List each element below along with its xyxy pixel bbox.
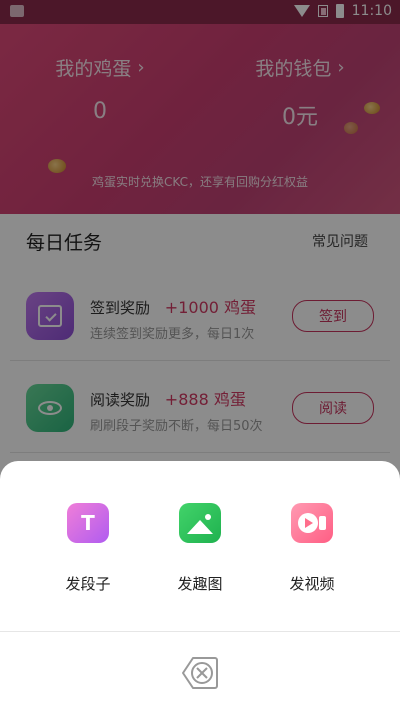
video-post-icon: [291, 503, 333, 543]
post-bottom-sheet: T 发段子 发趣图 发视频: [0, 461, 400, 711]
close-icon: [182, 657, 218, 689]
divider: [0, 631, 400, 632]
action-label: 发趣图: [177, 575, 223, 593]
action-label: 发视频: [289, 575, 335, 593]
post-joke-action[interactable]: T 发段子: [38, 503, 138, 594]
text-post-icon: T: [67, 503, 109, 543]
image-post-icon: [179, 503, 221, 543]
post-image-action[interactable]: 发趣图: [150, 503, 250, 594]
close-button[interactable]: [181, 656, 219, 690]
post-video-action[interactable]: 发视频: [262, 503, 362, 594]
action-label: 发段子: [65, 575, 111, 593]
